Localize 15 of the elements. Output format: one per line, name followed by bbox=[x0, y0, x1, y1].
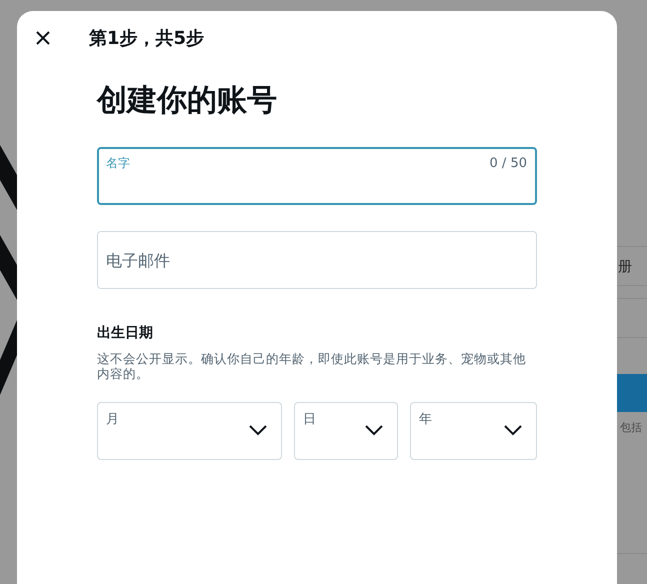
close-icon bbox=[36, 31, 50, 45]
chevron-icon bbox=[249, 425, 267, 436]
email-field[interactable]: 电子邮件 bbox=[97, 231, 537, 289]
chevron-icon bbox=[504, 425, 522, 436]
privacy-note: 这不会公开显示。确认你自己的年龄，即使此账号是用于业务、宠物或其他内容的。 bbox=[97, 351, 527, 381]
day-select[interactable]: 日 bbox=[294, 402, 398, 460]
menu-text: 册 bbox=[618, 258, 632, 276]
chevron-icon bbox=[365, 425, 383, 436]
month-select[interactable]: 月 bbox=[97, 402, 282, 460]
dialog-title: 创建你的账号 bbox=[97, 82, 278, 120]
name-field[interactable]: 名字 0 / 50 bbox=[97, 147, 537, 205]
year-select[interactable]: 年 bbox=[410, 402, 537, 460]
section-heading: 出生日期 bbox=[97, 324, 154, 342]
step-indicator: 第1步，共5步 bbox=[89, 27, 204, 50]
terms-text: 包括 bbox=[620, 420, 642, 435]
